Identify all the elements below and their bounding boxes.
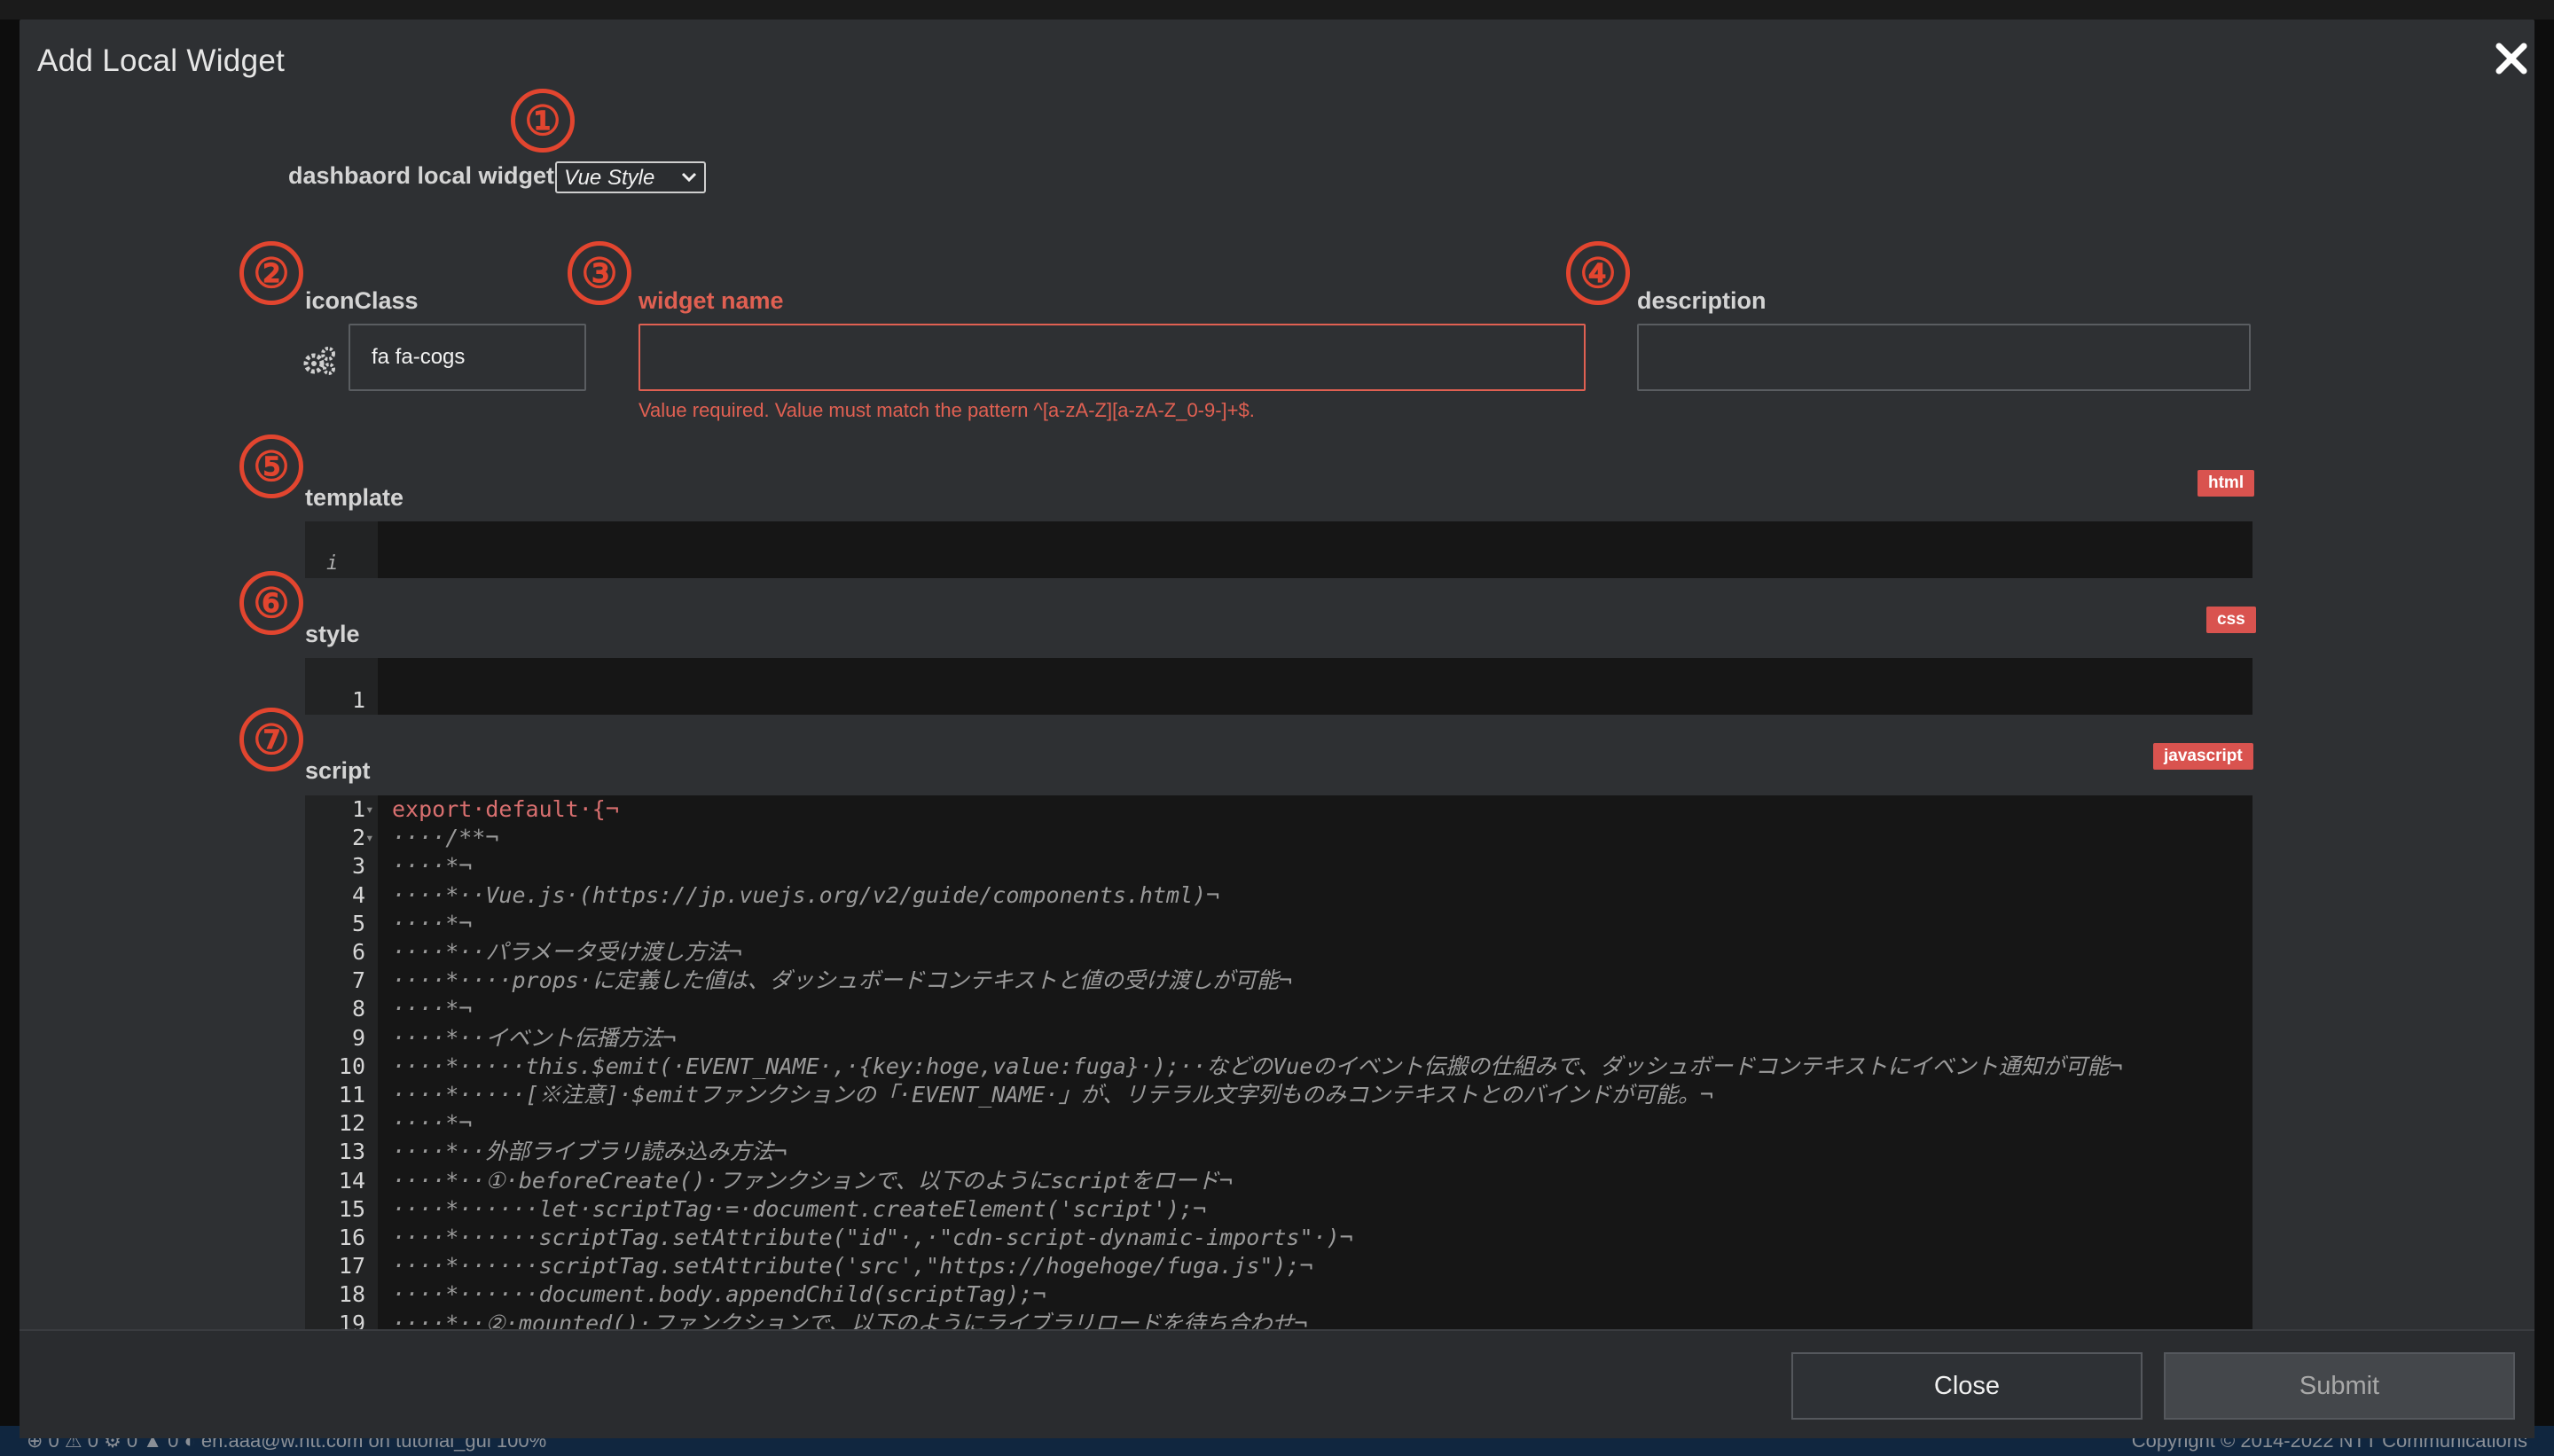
code-text: ····*······document.body.appendChild(scr…	[392, 1281, 1046, 1308]
code-text: ····*······scriptTag.setAttribute('src',…	[392, 1253, 1313, 1280]
line-number: 18	[338, 1281, 365, 1308]
code-line: 14 ····*··①·beforeCreate()·ファンクションで、以下のよう…	[305, 1167, 2252, 1195]
code-line: 1 ▾ export·default·{¬	[305, 795, 2252, 824]
cogs-icon	[303, 347, 335, 375]
dialog-footer: Close Submit	[20, 1329, 2534, 1438]
code-line: 11 ····*·····[※注意]·$emitファンクションの「·EVENT_N…	[305, 1081, 2252, 1109]
add-local-widget-dialog: Add Local Widget ① dashbaord local widge…	[20, 20, 2534, 1438]
code-line: 13 ····*··外部ライブラリ読み込み方法¬	[305, 1138, 2252, 1166]
line-number: 17	[338, 1253, 365, 1280]
fold-arrow-icon[interactable]: ▾	[365, 795, 374, 824]
icon-class-label: iconClass	[305, 287, 419, 314]
submit-button[interactable]: Submit	[2164, 1352, 2515, 1420]
line-number: 19	[338, 1310, 365, 1329]
code-text: ····*··Vue.js·(https://jp.vuejs.org/v2/g…	[392, 881, 1220, 908]
widget-type-label: dashbaord local widget	[288, 162, 555, 189]
code-text: ····*··①·beforeCreate()·ファンクションで、以下のようにs…	[392, 1167, 1233, 1194]
code-line: 2 </v-ons-page>¶	[305, 550, 2252, 578]
code-text: ····*······scriptTag.setAttribute("id"·,…	[392, 1225, 1353, 1250]
line-number: 6	[351, 939, 365, 965]
code-line: 17 ····*······scriptTag.setAttribute('src…	[305, 1252, 2252, 1280]
widget-name-error: Value required. Value must match the pat…	[638, 399, 1255, 421]
script-lang-badge: javascript	[2153, 743, 2253, 770]
code-text: ····*¬	[392, 996, 473, 1022]
widget-name-label: widget name	[638, 287, 784, 314]
description-input[interactable]	[1637, 324, 2251, 391]
line-number: 8	[351, 996, 365, 1022]
code-text: ····*·····[※注意]·$emitファンクションの「·EVENT_NAM…	[392, 1082, 1714, 1108]
widget-type-selected-value: Vue Style	[564, 166, 655, 190]
dialog-title: Add Local Widget	[37, 43, 286, 78]
code-line: 8 ····*¬	[305, 995, 2252, 1023]
code-line: 18 ····*······document.body.appendChild(s…	[305, 1280, 2252, 1309]
code-line: 16 ····*······scriptTag.setAttribute("id"…	[305, 1224, 2252, 1252]
code-text: ····*··②·mounted()·ファンクションで、以下のようにライブラリロ…	[392, 1310, 1308, 1329]
fold-arrow-icon[interactable]: ▾	[365, 824, 374, 852]
line-number: 12	[338, 1110, 365, 1137]
line-number: 3	[351, 853, 365, 880]
line-number: 5	[351, 910, 365, 936]
marker-6: ⑥	[239, 571, 303, 635]
chevron-down-icon	[681, 172, 697, 183]
marker-3: ③	[568, 241, 631, 305]
line-number: 2	[351, 825, 365, 851]
marker-1: ①	[511, 89, 575, 153]
marker-4: ④	[1566, 241, 1630, 305]
code-text: ····*¬	[392, 1110, 473, 1137]
template-lang-badge: html	[2198, 470, 2255, 497]
line-number: 10	[338, 1053, 365, 1079]
code-text: ····*····props·に定義した値は、ダッシュボードコンテキストと値の受…	[392, 967, 1293, 994]
line-number: 9	[351, 1024, 365, 1051]
code-line: 3 ····*¬	[305, 852, 2252, 881]
code-text: ····/**¬	[392, 825, 499, 851]
template-label: template	[305, 484, 404, 511]
code-text: ····*¬	[392, 910, 473, 936]
code-line: 7 ····*····props·に定義した値は、ダッシュボードコンテキストと値の…	[305, 967, 2252, 995]
line-number: 1	[351, 687, 365, 713]
marker-7: ⑦	[239, 708, 303, 771]
code-line: 9 ····*··イベント伝播方法¬	[305, 1024, 2252, 1053]
close-button[interactable]: Close	[1791, 1352, 2143, 1420]
line-number: 1	[351, 796, 365, 822]
marker-5: ⑤	[239, 434, 303, 498]
code-text: ····*·····this.$emit(·EVENT_NAME·,·{key:…	[392, 1053, 2123, 1079]
app-top-bar	[0, 0, 2554, 20]
code-line: 15 ····*······let·scriptTag·=·document.cr…	[305, 1195, 2252, 1224]
line-number: 4	[351, 881, 365, 908]
code-line: 12 ····*¬	[305, 1109, 2252, 1138]
style-code-editor[interactable]: 1 ¶	[305, 658, 2252, 715]
line-number: 7	[351, 967, 365, 994]
line-number: 15	[338, 1195, 365, 1222]
code-line: 4 ····*··Vue.js·(https://jp.vuejs.org/v2/…	[305, 881, 2252, 910]
line-number: 13	[338, 1139, 365, 1165]
code-line: 1 ¶	[305, 658, 2252, 713]
code-text: export·default·{¬	[392, 796, 619, 822]
code-line: 2 ▾ ····/**¬	[305, 824, 2252, 852]
close-icon[interactable]	[2485, 32, 2538, 85]
code-line: i 1 ▾ <v-ons-page>¬	[305, 521, 2252, 575]
code-line: 5 ····*¬	[305, 910, 2252, 938]
widget-type-select[interactable]: Vue Style	[555, 161, 706, 193]
style-lang-badge: css	[2206, 607, 2256, 633]
style-label: style	[305, 621, 360, 647]
code-line: 10 ····*·····this.$emit(·EVENT_NAME·,·{ke…	[305, 1053, 2252, 1081]
code-text: ····*··外部ライブラリ読み込み方法¬	[392, 1139, 787, 1165]
code-text: ····*¬	[392, 853, 473, 880]
code-line: 19 ····*··②·mounted()·ファンクションで、以下のようにライブラ…	[305, 1310, 2252, 1329]
line-number: 16	[338, 1225, 365, 1250]
line-number: 11	[338, 1082, 365, 1108]
marker-2: ②	[239, 241, 303, 305]
script-label: script	[305, 757, 371, 784]
code-text: ····*······let·scriptTag·=·document.crea…	[392, 1195, 1207, 1222]
code-line: 6 ····*··パラメータ受け渡し方法¬	[305, 938, 2252, 967]
line-number: 14	[338, 1167, 365, 1194]
code-text: ····*··パラメータ受け渡し方法¬	[392, 939, 742, 965]
code-text: ····*··イベント伝播方法¬	[392, 1024, 677, 1051]
icon-class-input[interactable]: fa fa-cogs	[349, 324, 586, 391]
script-code-editor[interactable]: 1 ▾ export·default·{¬ 2 ▾ ····/**¬ 3 ····*¬ 4 ···…	[305, 795, 2252, 1329]
description-label: description	[1637, 287, 1767, 314]
widget-name-input[interactable]	[638, 324, 1586, 391]
template-code-editor[interactable]: i 1 ▾ <v-ons-page>¬ 2 </v-ons-page>¶	[305, 521, 2252, 578]
